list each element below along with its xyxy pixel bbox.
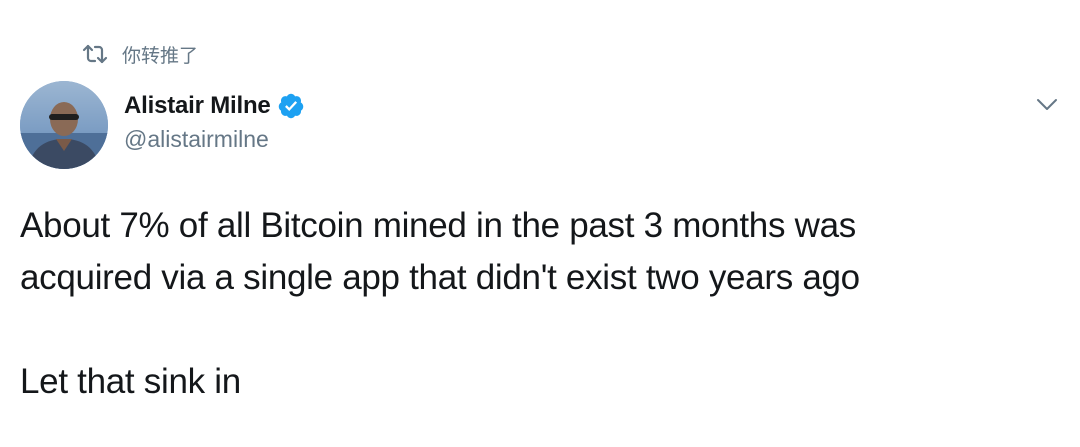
author-block: Alistair Milne @alistairmilne xyxy=(124,88,305,153)
retweet-icon xyxy=(80,43,110,65)
tweet-text: About 7% of all Bitcoin mined in the pas… xyxy=(20,200,1060,408)
retweet-context: 你转推了 xyxy=(80,38,198,70)
author-name-row: Alistair Milne xyxy=(124,88,305,124)
tweet-card: 你转推了 Alistair Milne @alistairmilne About… xyxy=(0,0,1080,447)
tweet-text-line: acquired via a single app that didn't ex… xyxy=(20,258,860,297)
chevron-down-icon[interactable] xyxy=(1032,92,1062,118)
avatar[interactable] xyxy=(20,81,108,169)
tweet-text-line: About 7% of all Bitcoin mined in the pas… xyxy=(20,206,856,245)
handle[interactable]: @alistairmilne xyxy=(124,126,305,153)
verified-badge-icon xyxy=(277,92,305,120)
tweet-text-line: Let that sink in xyxy=(20,362,241,401)
retweet-context-text: 你转推了 xyxy=(122,45,199,67)
display-name[interactable]: Alistair Milne xyxy=(124,92,271,120)
